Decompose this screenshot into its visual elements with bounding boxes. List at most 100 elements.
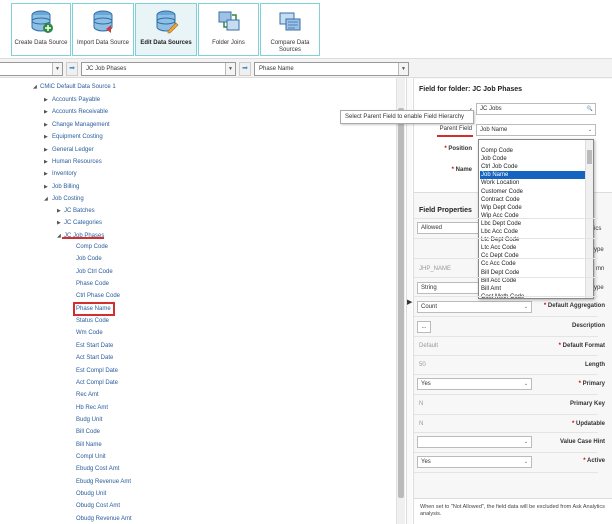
tree-folder-node[interactable]: Inventory [52, 170, 77, 178]
create-data-source-button[interactable]: Create Data Source [11, 3, 71, 56]
tree-subfolder-node[interactable]: JC Categories [64, 219, 102, 227]
dropdown-option[interactable]: Ctrl Job Code [481, 163, 518, 171]
dropdown-option[interactable]: Cc Dept Code [481, 252, 519, 260]
primary-key-label: Primary Key [569, 401, 605, 407]
tree-field-node[interactable]: Wm Code [76, 329, 103, 337]
tree-field-node[interactable]: Phase Code [76, 280, 109, 288]
data-source-select[interactable]: ▼ [0, 62, 63, 76]
dropdown-option[interactable]: Work Location [481, 179, 519, 187]
default-format-value: Default [419, 343, 439, 349]
dropdown-option[interactable]: Contract Code [481, 196, 520, 204]
datatype-partial-label: ype [594, 285, 604, 291]
row-divider [414, 336, 598, 337]
tree-folder-node[interactable]: Change Management [52, 121, 110, 129]
tree-field-node[interactable]: Budg Unit [76, 416, 102, 424]
active-select[interactable]: Yes ⌄ [417, 456, 532, 468]
folder-select[interactable]: JC Job Phases ▼ [81, 62, 236, 76]
tree-field-node[interactable]: Act Start Date [76, 354, 113, 362]
tree-field-node[interactable]: Compl Unit [76, 453, 106, 461]
tree-field-node[interactable]: Rec Amt [76, 391, 99, 399]
description-label: Description [571, 323, 605, 329]
tree-field-node[interactable]: Hb Rec Amt [76, 404, 108, 412]
tree-folder-node[interactable]: Accounts Payable [52, 96, 100, 104]
aggregation-select[interactable]: Count ⌄ [417, 301, 532, 313]
tree-folder-node[interactable]: Equipment Costing [52, 133, 103, 141]
tree-field-node[interactable]: Est Compl Date [76, 367, 118, 375]
parent-field-dropdown[interactable]: Comp Code Job Code Ctrl Job Code Job Name Wo… [478, 139, 594, 299]
tree-field-node[interactable]: Ctrl Phase Code [76, 292, 120, 300]
dropdown-option[interactable]: Comp Code [481, 147, 513, 155]
search-icon[interactable]: 🔍 [585, 104, 595, 114]
dropdown-option[interactable]: Job Code [481, 155, 507, 163]
parent-field-select[interactable]: Job Name ⌄ [476, 124, 596, 136]
dropdown-option[interactable]: Lbc Dept Code [481, 220, 521, 228]
datatype-value: String [421, 285, 437, 291]
value-case-select[interactable]: ⌄ [417, 436, 532, 448]
tree-root-node[interactable]: CMiC Default Data Source 1 [40, 83, 116, 91]
tree-field-node[interactable]: Ebudg Cost Amt [76, 465, 119, 473]
dropdown-option[interactable]: Lbc Acc Code [481, 228, 518, 236]
active-label: * Active [583, 458, 605, 464]
expanded-triangle-icon[interactable]: ◢ [33, 83, 37, 91]
tree-field-node[interactable]: Job Ctrl Code [76, 268, 113, 276]
primary-select[interactable]: Yes ⌄ [417, 378, 532, 390]
tree-field-node[interactable]: Job Code [76, 255, 102, 263]
edit-data-sources-button[interactable]: Edit Data Sources [135, 3, 197, 56]
compare-data-sources-button[interactable]: Compare Data Sources [260, 3, 320, 56]
tree-field-node[interactable]: Ebudg Revenue Amt [76, 478, 131, 486]
collapsed-triangle-icon[interactable]: ▶ [44, 170, 48, 178]
row-divider [414, 414, 598, 415]
description-edit-button[interactable]: ... [417, 321, 431, 333]
dropdown-scrollbar[interactable] [585, 140, 593, 298]
collapsed-triangle-icon[interactable]: ▶ [44, 121, 48, 129]
dropdown-option[interactable]: Cc Acc Code [481, 260, 516, 268]
parent-field-label: Parent Field [439, 126, 472, 132]
chevron-down-icon: ▼ [225, 63, 235, 75]
database-edit-icon [156, 10, 179, 34]
dropdown-option-selected[interactable]: Job Name [480, 171, 585, 180]
tree-field-node[interactable]: Bill Code [76, 428, 100, 436]
folder-joins-button[interactable]: Folder Joins [198, 3, 259, 56]
field-select[interactable]: Phase Name ▼ [254, 62, 409, 76]
primary-label: * Primary [578, 381, 605, 387]
pane-splitter[interactable]: ▶ [406, 78, 412, 524]
expanded-triangle-icon[interactable]: ◢ [57, 232, 61, 240]
dropdown-option[interactable]: Wip Dept Code [481, 204, 522, 212]
tree-field-node[interactable]: Obudg Revenue Amt [76, 515, 132, 523]
dropdown-option[interactable]: Bill Amt [481, 285, 501, 293]
collapsed-triangle-icon[interactable]: ▶ [44, 146, 48, 154]
collapsed-triangle-icon[interactable]: ▶ [57, 219, 61, 227]
collapsed-triangle-icon[interactable]: ▶ [44, 183, 48, 191]
collapse-arrow-icon[interactable]: ▶ [407, 298, 412, 306]
tree-folder-node[interactable]: Job Billing [52, 183, 79, 191]
tree-folder-node[interactable]: Job Costing [52, 195, 84, 203]
tree-subfolder-node[interactable]: JC Batches [64, 207, 95, 215]
collapsed-triangle-icon[interactable]: ▶ [44, 133, 48, 141]
expanded-triangle-icon[interactable]: ◢ [44, 195, 48, 203]
tree-folder-node[interactable]: General Ledger [52, 146, 94, 154]
tree-folder-node[interactable]: Accounts Receivable [52, 108, 108, 116]
collapsed-triangle-icon[interactable]: ▶ [44, 96, 48, 104]
dropdown-option[interactable]: Ltc Acc Code [481, 244, 516, 252]
tree-field-node[interactable]: Act Compl Date [76, 379, 118, 387]
row-divider [414, 218, 598, 219]
tree-field-node[interactable]: Comp Code [76, 243, 108, 251]
dropdown-option[interactable]: Bill Dept Code [481, 269, 519, 277]
tree-field-node[interactable]: Obudg Unit [76, 490, 106, 498]
tree-folder-node[interactable]: Human Resources [52, 158, 102, 166]
arrow-right-icon[interactable]: ➡ [239, 62, 251, 76]
field-select-value: Phase Name [259, 66, 294, 72]
collapsed-triangle-icon[interactable]: ▶ [57, 207, 61, 215]
tree-field-node[interactable]: Est Start Date [76, 342, 113, 350]
arrow-right-icon[interactable]: ➡ [66, 62, 78, 76]
data-source-tree: ◢ CMiC Default Data Source 1 ▶ Accounts Pay… [0, 78, 400, 524]
dropdown-option[interactable]: Customer Code [481, 188, 523, 196]
tree-field-node[interactable]: Bill Name [76, 441, 102, 449]
collapsed-triangle-icon[interactable]: ▶ [44, 108, 48, 116]
folder-field-input[interactable]: JC Jobs 🔍 [476, 103, 596, 115]
tree-field-node[interactable]: Obudg Cost Amt [76, 502, 120, 510]
tree-scrollbar[interactable] [396, 78, 405, 524]
import-data-source-button[interactable]: Import Data Source [72, 3, 134, 56]
tree-field-node[interactable]: Status Code [76, 317, 109, 325]
collapsed-triangle-icon[interactable]: ▶ [44, 158, 48, 166]
